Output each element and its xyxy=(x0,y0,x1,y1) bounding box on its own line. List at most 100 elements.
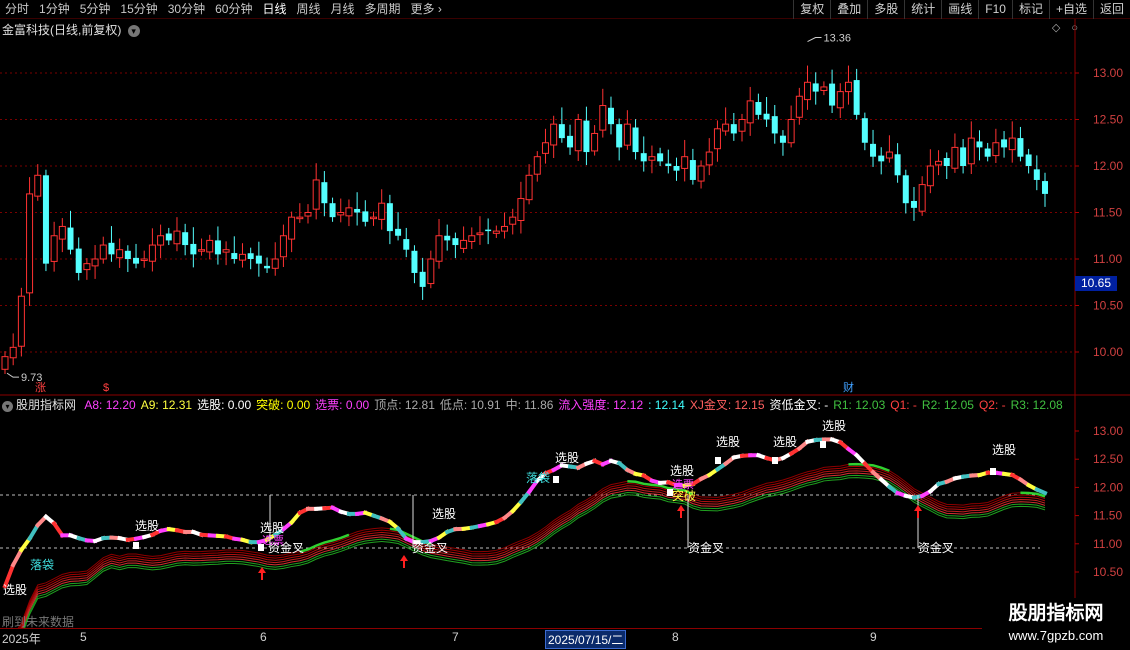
candle-body-up xyxy=(337,212,345,216)
candle-body-up xyxy=(50,235,58,262)
signal-square xyxy=(553,476,559,483)
candle-body-up xyxy=(722,123,730,132)
candle-body-down xyxy=(133,257,140,264)
candle-body-down xyxy=(1033,169,1040,180)
indicator-field: 突破: 0.00 xyxy=(256,398,311,412)
price-tick-label: 10.50 xyxy=(1093,299,1123,313)
candle-body-up xyxy=(304,212,312,217)
indicator-field: R3: 12.08 xyxy=(1010,398,1063,412)
candle-body-up xyxy=(697,165,705,182)
candle-body-up xyxy=(17,295,25,347)
candle-body-down xyxy=(214,240,221,255)
date-axis: 2025年 5 6 7 2025/07/15/二 8 9 xyxy=(0,628,1075,649)
candle-body-down xyxy=(411,250,418,273)
indicator-field: R2: 12.05 xyxy=(921,398,974,412)
candle-body-up xyxy=(550,123,558,146)
candle-body-up xyxy=(681,156,689,169)
date-label: 5 xyxy=(80,630,87,644)
candle-body-up xyxy=(58,225,66,240)
indicator-toggle-icon[interactable]: ▾ xyxy=(2,401,13,412)
date-label: 2025年 xyxy=(2,632,41,646)
indicator-field: 中: 11.86 xyxy=(505,398,554,412)
candle-body-up xyxy=(533,156,541,175)
price-tick-label: 12.00 xyxy=(1093,159,1123,173)
candle-body-up xyxy=(541,142,549,154)
date-label: 9 xyxy=(870,630,877,644)
candle-body-down xyxy=(452,238,459,246)
signal-square xyxy=(715,457,721,464)
candle-body-up xyxy=(378,202,386,220)
high-price-label: 13.36 xyxy=(824,33,852,45)
candle-body-up xyxy=(370,216,378,220)
candle-body-up xyxy=(312,179,320,210)
xuangu-signal-label: 选股 xyxy=(3,583,27,597)
candle-body-up xyxy=(844,81,852,93)
candle-body-down xyxy=(190,243,197,255)
candle-body-up xyxy=(599,105,607,131)
indicator-field: 顶点: 12.81 xyxy=(374,398,435,412)
candle-body-up xyxy=(787,119,795,144)
candle-body-down xyxy=(1042,181,1048,194)
watermark-url: www.7gpzb.com xyxy=(1008,628,1104,643)
candle-body-down xyxy=(640,153,647,162)
indicator-name[interactable]: 股朋指标网 xyxy=(16,398,76,412)
kline-chart[interactable]: 13.369.73涨 $ 财 选股选股 选股选股选股选股选股 选股选股选股落袋落袋资金叉… xyxy=(0,0,1130,628)
candle-body-down xyxy=(395,228,402,236)
indicator-fields: A8: 12.20 A9: 12.31 选股: 0.00 突破: 0.00 选票: 0.… xyxy=(84,398,1067,412)
candle-body-up xyxy=(427,258,435,285)
candle-body-down xyxy=(861,118,868,143)
candle-body-up xyxy=(1,356,9,370)
signal-square xyxy=(667,489,673,496)
candle-body-down xyxy=(362,211,369,222)
candle-body-down xyxy=(419,271,426,287)
candle-body-down xyxy=(182,232,189,246)
candle-body-up xyxy=(509,216,517,225)
candle-body-up xyxy=(288,216,296,240)
candle-body-down xyxy=(657,153,664,162)
candle-body-down xyxy=(329,203,336,218)
watermark-title: 股朋指标网 xyxy=(1008,603,1104,624)
xuangu-signal-label: 选股 xyxy=(555,451,579,465)
candle-body-up xyxy=(648,156,656,161)
candle-body-down xyxy=(878,155,885,162)
candle-body-down xyxy=(67,227,74,250)
candle-body-up xyxy=(820,86,828,91)
candle-body-down xyxy=(264,265,271,269)
candle-body-down xyxy=(689,160,696,180)
candle-body-up xyxy=(296,216,304,220)
candle-body-up xyxy=(501,225,509,232)
indicator-tick-label: 11.50 xyxy=(1093,509,1122,523)
candle-body-up xyxy=(705,151,713,166)
xuanpiao-signal-label: 选票 xyxy=(262,534,284,547)
candle-body-up xyxy=(623,123,631,146)
signal-square xyxy=(820,441,826,448)
candle-body-up xyxy=(460,239,468,249)
candle-body-up xyxy=(34,174,42,197)
indicator-header: ▾ 股朋指标网 A8: 12.20 A9: 12.31 选股: 0.00 突破: 0.0… xyxy=(2,396,1073,413)
candle-body-up xyxy=(173,230,181,245)
indicator-tick-label: 11.00 xyxy=(1093,537,1122,551)
event-marker-icon: 财 xyxy=(843,380,854,394)
xuangu-signal-label: 选股 xyxy=(432,507,456,521)
candle-body-down xyxy=(165,233,172,241)
candle-body-up xyxy=(574,119,582,152)
candle-body-up xyxy=(967,137,975,165)
candle-body-up xyxy=(885,151,893,159)
luodai-signal-label: 落袋 xyxy=(30,558,54,572)
candle-body-down xyxy=(894,154,901,176)
candle-body-down xyxy=(354,208,361,213)
candle-body-up xyxy=(198,249,206,252)
date-label: 7 xyxy=(452,630,459,644)
candle-body-up xyxy=(140,258,148,261)
current-price-tag: 10.65 xyxy=(1075,276,1117,291)
luodai-signal-label: 落袋 xyxy=(526,471,550,485)
high-pointer xyxy=(807,37,822,42)
candle-body-up xyxy=(476,232,484,236)
event-marker-icon: $ xyxy=(103,382,109,394)
candle-body-down xyxy=(616,124,623,148)
xuangu-signal-label: 选股 xyxy=(260,521,284,535)
candle-body-down xyxy=(444,235,451,241)
candle-body-up xyxy=(517,198,525,221)
candle-body-down xyxy=(976,141,983,148)
candle-body-down xyxy=(665,163,672,166)
